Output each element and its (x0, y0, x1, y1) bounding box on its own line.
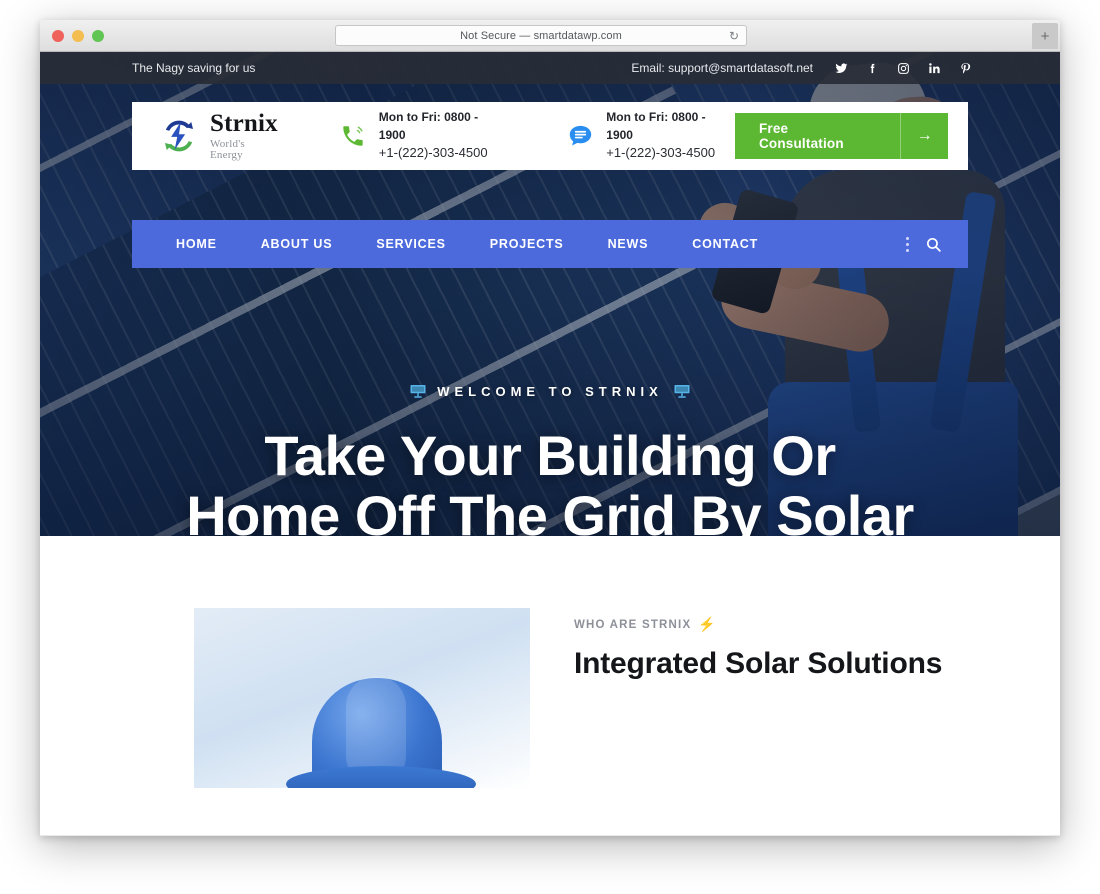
site-header: Strnix World's Energy Mon to Fri: 0800 -… (132, 102, 968, 170)
logo-name: Strnix (210, 110, 278, 137)
about-text: WHO ARE STRNIX ⚡ Integrated Solar Soluti… (574, 608, 942, 788)
hero-title: Take Your Building Or Home Off The Grid … (40, 424, 1060, 536)
reload-icon[interactable]: ↻ (729, 29, 739, 43)
contact-chat-block[interactable]: Mon to Fri: 0800 - 1900 +1-(222)-303-450… (565, 109, 734, 163)
arrow-right-icon: → (900, 113, 948, 159)
site-logo[interactable]: Strnix World's Energy (158, 111, 280, 161)
new-tab-button[interactable]: + (1032, 23, 1058, 49)
nav-item-services[interactable]: SERVICES (354, 237, 467, 251)
contact-text-1: Mon to Fri: 0800 - 1900 +1-(222)-303-450… (379, 109, 508, 163)
chat-icon (565, 121, 595, 151)
contact-text-2: Mon to Fri: 0800 - 1900 +1-(222)-303-450… (606, 109, 735, 163)
contact-hours-2: Mon to Fri: 0800 - 1900 (606, 110, 706, 142)
maximize-window-button[interactable] (92, 29, 104, 42)
nav-menu: HOME ABOUT US SERVICES PROJECTS NEWS CON… (154, 237, 780, 251)
contact-phone-2: +1-(222)-303-4500 (606, 144, 716, 160)
about-section: WHO ARE STRNIX ⚡ Integrated Solar Soluti… (40, 536, 1060, 836)
hero-title-line-2: Home Off The Grid By Solar (186, 484, 914, 536)
contact-hours-1: Mon to Fri: 0800 - 1900 (378, 110, 479, 142)
hero-content: WELCOME TO STRNIX Take Your Building Or … (40, 382, 1060, 537)
solar-panel-icon-right (673, 382, 691, 400)
bolt-icon: ⚡ (698, 616, 717, 632)
solar-panel-icon-left (409, 382, 427, 400)
topbar-right-group: Email: support@smartdatasoft.net (631, 61, 972, 75)
hero-eyebrow: WELCOME TO STRNIX (40, 382, 1060, 400)
nav-item-about-us[interactable]: ABOUT US (239, 237, 355, 251)
about-eyebrow-text: WHO ARE STRNIX (574, 618, 692, 631)
free-consultation-label: Free Consultation (758, 121, 844, 151)
url-text: Not Secure — smartdatawp.com (460, 29, 622, 42)
contact-phone-block[interactable]: Mon to Fri: 0800 - 1900 +1-(222)-303-450… (338, 109, 507, 163)
phone-icon (338, 121, 368, 151)
logo-tagline: World's Energy (210, 138, 245, 161)
nav-item-contact[interactable]: CONTACT (670, 237, 780, 251)
instagram-icon[interactable] (897, 62, 910, 75)
minimize-window-button[interactable] (72, 29, 84, 42)
hero-title-line-1: Take Your Building Or (264, 424, 836, 487)
about-heading: Integrated Solar Solutions (574, 647, 943, 680)
strnix-logo-icon (158, 115, 200, 157)
nav-item-home[interactable]: HOME (154, 237, 239, 251)
pinterest-icon[interactable] (959, 62, 972, 75)
browser-titlebar: Not Secure — smartdatawp.com ↻ + (40, 20, 1060, 52)
window-controls[interactable] (40, 29, 104, 42)
facebook-icon[interactable] (866, 62, 879, 75)
support-email[interactable]: Email: support@smartdatasoft.net (631, 61, 813, 75)
page-viewport: WELCOME TO STRNIX Take Your Building Or … (40, 52, 1060, 836)
social-links (835, 62, 972, 75)
hard-hat-photo (194, 608, 530, 788)
section-divider (40, 835, 1060, 836)
twitter-icon[interactable] (835, 62, 848, 75)
close-window-button[interactable] (52, 29, 64, 42)
about-eyebrow: WHO ARE STRNIX ⚡ (574, 616, 942, 633)
top-utility-bar: The Nagy saving for us Email: support@sm… (40, 52, 1060, 84)
browser-window: Not Secure — smartdatawp.com ↻ + WELCOME… (40, 20, 1060, 836)
main-navigation: HOME ABOUT US SERVICES PROJECTS NEWS CON… (132, 220, 968, 268)
about-inner: WHO ARE STRNIX ⚡ Integrated Solar Soluti… (132, 608, 968, 788)
logo-text: Strnix World's Energy (210, 111, 280, 161)
free-consultation-button[interactable]: Free Consultation → (734, 113, 948, 159)
nav-actions (906, 236, 942, 253)
address-bar[interactable]: Not Secure — smartdatawp.com ↻ (335, 25, 747, 46)
nav-item-news[interactable]: NEWS (586, 237, 671, 251)
linkedin-icon[interactable] (928, 62, 941, 75)
nav-item-projects[interactable]: PROJECTS (468, 237, 586, 251)
site-tagline: The Nagy saving for us (132, 61, 256, 75)
search-icon[interactable] (925, 236, 942, 253)
hero-eyebrow-text: WELCOME TO STRNIX (437, 383, 663, 399)
contact-phone-1: +1-(222)-303-4500 (378, 144, 488, 160)
more-options-icon[interactable] (906, 236, 909, 252)
